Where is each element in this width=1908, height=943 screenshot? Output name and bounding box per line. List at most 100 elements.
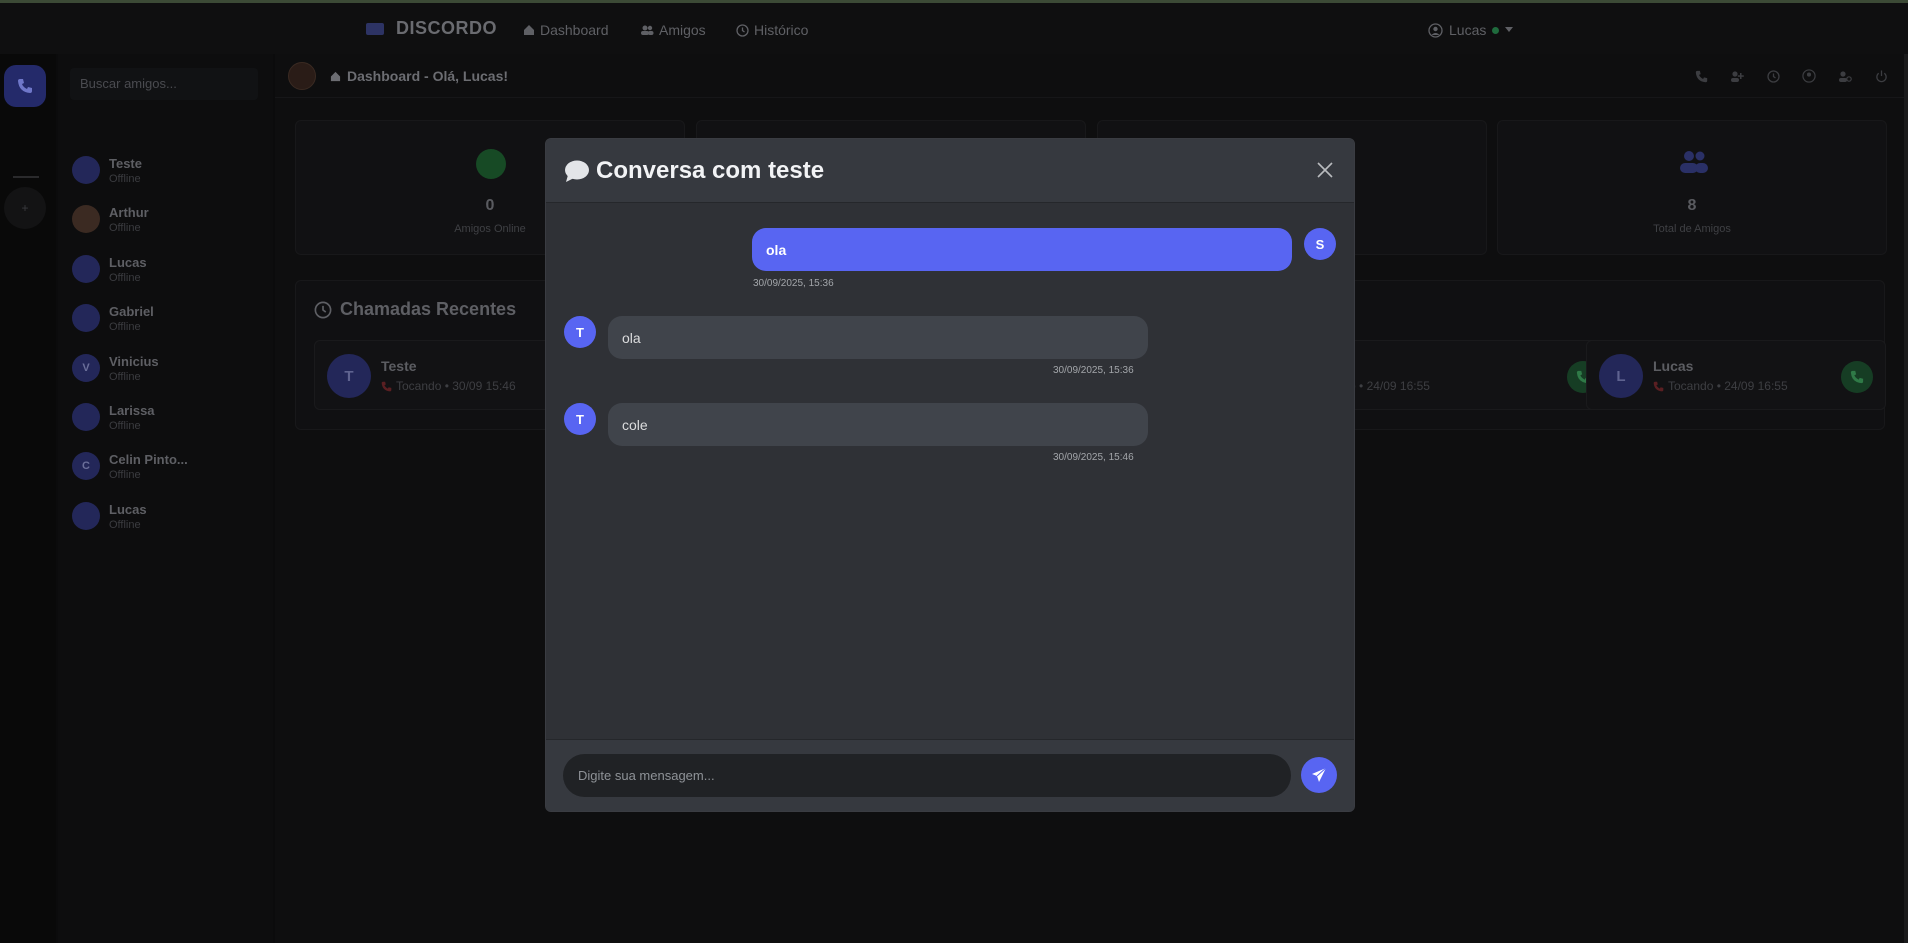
friend-status: Offline: [109, 419, 141, 432]
send-button[interactable]: [1301, 757, 1337, 793]
friend-name: Vinicius: [109, 353, 159, 369]
avatar: T: [564, 403, 596, 435]
friend-item[interactable]: V Vinicius Offline: [72, 348, 262, 388]
friend-item[interactable]: Lucas Offline: [72, 496, 262, 536]
nav-amigos-label: Amigos: [659, 22, 706, 38]
user-menu[interactable]: Lucas: [1428, 22, 1514, 38]
phone-icon: [1850, 370, 1864, 384]
call-meta: Tocando • 24/09 16:55: [1653, 379, 1788, 393]
online-status-dot: [1492, 26, 1500, 34]
chevron-down-icon: [1505, 27, 1514, 32]
friend-status: Offline: [109, 221, 141, 234]
user-menu-name: Lucas: [1449, 22, 1487, 38]
nav-historico-label: Histórico: [754, 22, 809, 38]
chat-modal-title-text: Conversa com teste: [596, 157, 825, 184]
page-title-text: Dashboard - Olá, Lucas!: [347, 68, 509, 84]
friends-sidebar: Buscar amigos... Teste Offline Arthur Offl…: [58, 54, 273, 943]
stat-label: Total de Amigos: [1653, 223, 1731, 235]
friend-name: Gabriel: [109, 303, 154, 319]
history-icon[interactable]: [1764, 67, 1782, 85]
user-circle-icon: [1428, 22, 1443, 38]
call-card[interactable]: cando • 24/09 16:55: [1312, 340, 1612, 410]
header-actions: [1692, 67, 1890, 85]
friend-status: Offline: [109, 370, 141, 383]
speech-bubble-icon: [565, 160, 589, 182]
call-name: Lucas: [1653, 358, 1694, 374]
friend-name: Arthur: [109, 204, 149, 220]
recent-calls-title-text: Chamadas Recentes: [340, 299, 517, 319]
close-button[interactable]: [1314, 159, 1336, 181]
call-meta-text: Tocando • 30/09 15:46: [396, 379, 516, 393]
nav-dashboard-label: Dashboard: [540, 22, 609, 38]
home-icon: [330, 71, 341, 81]
message-timestamp: 30/09/2025, 15:46: [1053, 452, 1134, 463]
avatar: T: [564, 316, 596, 348]
history-icon: [736, 23, 749, 37]
nav-dashboard[interactable]: Dashboard: [523, 22, 609, 38]
friend-name: Teste: [109, 155, 142, 171]
avatar: [72, 502, 100, 530]
avatar: V: [72, 354, 100, 382]
friend-name: Lucas: [109, 501, 147, 517]
call-back-button[interactable]: [1841, 361, 1873, 393]
power-icon[interactable]: [1872, 67, 1890, 85]
friend-item[interactable]: Arthur Offline: [72, 199, 262, 239]
chat-modal: Conversa com teste ola S 30/09/2025, 15:…: [545, 138, 1355, 812]
page-scrollbar[interactable]: [1904, 54, 1908, 943]
history-icon: [314, 301, 332, 318]
phone-icon: [18, 79, 32, 93]
message-bubble-received: ola: [608, 316, 1148, 359]
brand-name: DISCORDO: [396, 18, 498, 38]
users-icon: [1680, 151, 1708, 173]
missed-call-icon: [1653, 381, 1664, 391]
avatar: C: [72, 452, 100, 480]
avatar: L: [1599, 354, 1643, 398]
rail-calls-button[interactable]: [4, 65, 46, 107]
friend-name: Celin Pinto...: [109, 451, 188, 467]
stat-card-total: 8 Total de Amigos: [1497, 120, 1887, 255]
friend-status: Offline: [109, 172, 141, 185]
close-icon: [1317, 162, 1333, 178]
friend-item[interactable]: Teste Offline: [72, 150, 262, 190]
message-input[interactable]: [563, 754, 1291, 797]
friend-search-input[interactable]: Buscar amigos...: [70, 68, 258, 100]
user-settings-icon[interactable]: [1836, 67, 1854, 85]
stat-value: 8: [1687, 197, 1697, 214]
plus-icon: +: [21, 201, 29, 215]
nav-historico[interactable]: Histórico: [736, 22, 808, 38]
rail-separator: [13, 176, 39, 178]
message-bubble-sent: ola: [752, 228, 1292, 271]
avatar: [72, 403, 100, 431]
top-navbar: DISCORDO Dashboard Amigos Histórico Luca…: [0, 3, 1908, 54]
brand-logo-icon: [366, 22, 384, 35]
friend-status: Offline: [109, 468, 141, 481]
friend-item[interactable]: Gabriel Offline: [72, 298, 262, 338]
friend-name: Larissa: [109, 402, 155, 418]
page-title: Dashboard - Olá, Lucas!: [330, 68, 508, 84]
nav-amigos[interactable]: Amigos: [640, 22, 706, 38]
avatar: [72, 304, 100, 332]
friend-name: Lucas: [109, 254, 147, 270]
add-friend-icon[interactable]: [1728, 67, 1746, 85]
message-bubble-received: cole: [608, 403, 1148, 446]
avatar: [72, 205, 100, 233]
friend-item[interactable]: Larissa Offline: [72, 397, 262, 437]
avatar[interactable]: [288, 62, 316, 90]
friend-item[interactable]: C Celin Pinto... Offline: [72, 446, 262, 486]
rail-add-button[interactable]: +: [4, 187, 46, 229]
friend-status: Offline: [109, 518, 141, 531]
message-timestamp: 30/09/2025, 15:36: [1053, 365, 1134, 376]
server-rail: +: [0, 54, 56, 943]
call-meta-text: Tocando • 24/09 16:55: [1668, 379, 1788, 393]
recent-calls-title: Chamadas Recentes: [314, 299, 516, 320]
call-card[interactable]: L Lucas Tocando • 24/09 16:55: [1586, 340, 1886, 410]
send-icon: [1312, 767, 1327, 782]
profile-icon[interactable]: [1800, 67, 1818, 85]
users-icon: [641, 25, 654, 35]
chat-modal-title: Conversa com teste: [564, 157, 824, 185]
dashboard-header: Dashboard - Olá, Lucas!: [275, 54, 1908, 98]
avatar: [72, 255, 100, 283]
brand[interactable]: DISCORDO: [366, 18, 497, 39]
phone-icon[interactable]: [1692, 67, 1710, 85]
friend-item[interactable]: Lucas Offline: [72, 249, 262, 289]
